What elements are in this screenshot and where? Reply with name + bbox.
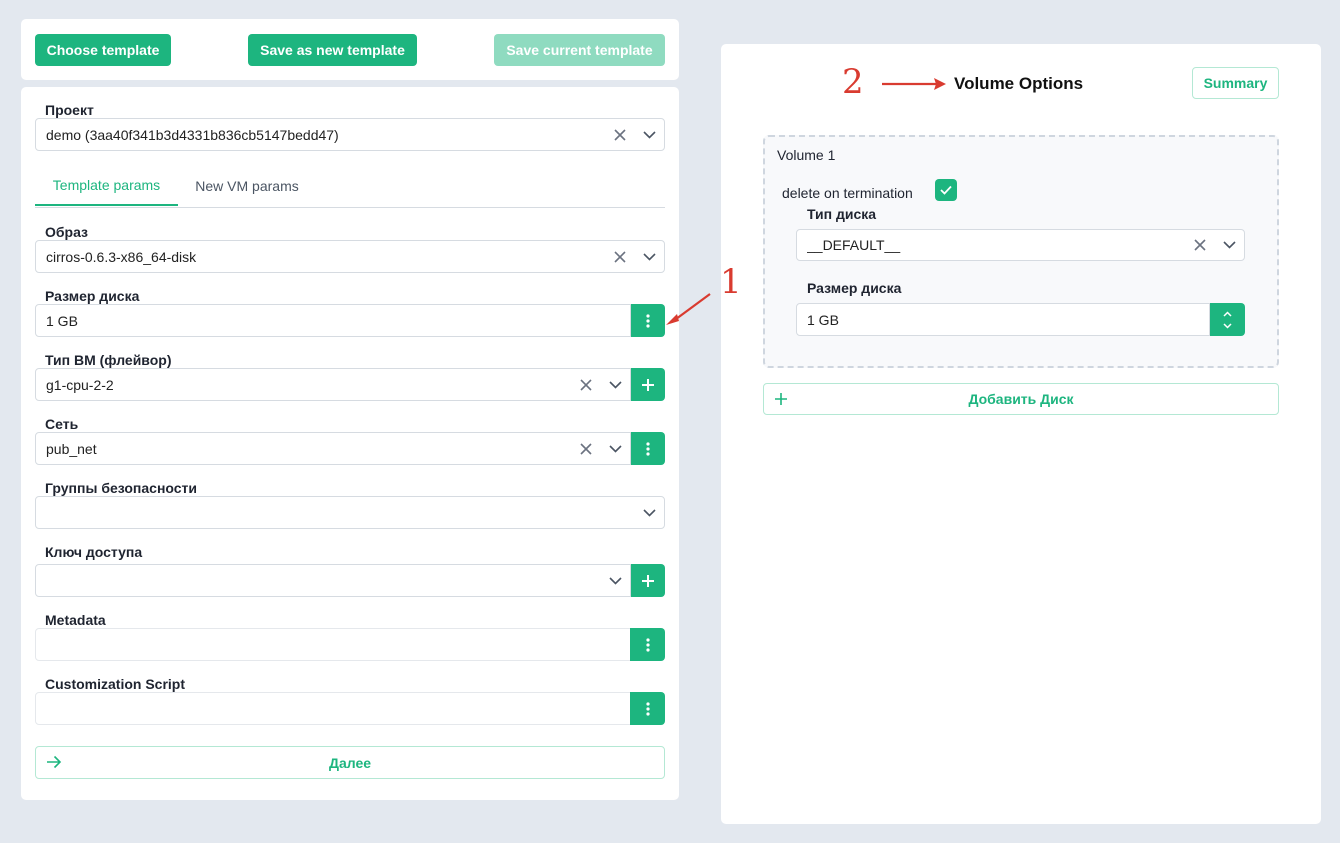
script-menu-button[interactable] (630, 692, 665, 725)
security-groups-select[interactable] (35, 496, 665, 529)
next-button[interactable]: Далее (35, 746, 665, 779)
volume-options-card: Volume Options Summary Volume 1 delete o… (721, 44, 1321, 824)
disk-size-stepper[interactable] (1210, 303, 1245, 336)
clear-icon[interactable] (1186, 239, 1214, 251)
tab-new-vm-params[interactable]: New VM params (181, 166, 313, 206)
tab-template-params[interactable]: Template params (35, 166, 178, 206)
project-label: Проект (45, 102, 94, 118)
volume-1-box: Volume 1 delete on termination Тип диска… (763, 135, 1279, 368)
next-button-label: Далее (328, 754, 372, 771)
project-select[interactable]: demo (3aa40f341b3d4331b836cb5147bedd47) (35, 118, 665, 151)
metadata-label: Metadata (45, 612, 106, 628)
add-disk-label: Добавить Диск (968, 391, 1074, 407)
network-select[interactable]: pub_net (35, 432, 631, 465)
toolbar-card: Choose template Save as new template Sav… (21, 19, 679, 80)
chevron-up-icon[interactable] (1223, 310, 1232, 317)
project-value: demo (3aa40f341b3d4331b836cb5147bedd47) (46, 126, 339, 143)
volume-disk-size-input[interactable]: 1 GB (796, 303, 1210, 336)
plus-icon (774, 392, 788, 409)
flavor-select[interactable]: g1-cpu-2-2 (35, 368, 631, 401)
access-key-label: Ключ доступа (45, 544, 143, 560)
chevron-down-icon[interactable] (634, 252, 664, 261)
volume-title: Volume 1 (777, 147, 836, 163)
chevron-down-icon[interactable] (1223, 322, 1232, 329)
check-icon (940, 185, 952, 195)
chevron-down-icon[interactable] (634, 130, 664, 139)
kebab-icon (645, 701, 650, 716)
disk-size-value: 1 GB (46, 312, 78, 329)
script-input[interactable] (35, 692, 631, 725)
flavor-value: g1-cpu-2-2 (46, 376, 114, 393)
tabs-divider (35, 207, 665, 208)
add-access-key-button[interactable] (631, 564, 665, 597)
image-select[interactable]: cirros-0.6.3-x86_64-disk (35, 240, 665, 273)
volume-disk-size-value: 1 GB (807, 311, 839, 328)
disk-type-label: Тип диска (807, 206, 877, 222)
clear-icon[interactable] (572, 442, 600, 455)
annotation-marker-1: 1 (720, 262, 742, 302)
chevron-down-icon[interactable] (600, 576, 630, 585)
arrow-right-icon (46, 755, 62, 772)
plus-icon (642, 574, 654, 587)
metadata-input[interactable] (35, 628, 631, 661)
disk-size-label: Размер диска (45, 288, 140, 304)
vm-form-card: Проект demo (3aa40f341b3d4331b836cb5147b… (21, 87, 679, 800)
annotation-arrow-2 (882, 78, 946, 90)
summary-button[interactable]: Summary (1192, 67, 1279, 99)
clear-icon[interactable] (606, 250, 634, 263)
kebab-icon (645, 637, 650, 652)
metadata-menu-button[interactable] (630, 628, 665, 661)
chevron-down-icon[interactable] (1214, 241, 1244, 249)
annotation-marker-2: 2 (842, 62, 864, 102)
kebab-icon (646, 313, 650, 328)
flavor-label: Тип ВМ (флейвор) (45, 352, 172, 368)
annotation-arrow-1 (666, 293, 711, 325)
script-label: Customization Script (45, 676, 186, 692)
delete-on-termination-label: delete on termination (782, 185, 913, 201)
disk-type-value: __DEFAULT__ (807, 237, 901, 253)
add-disk-button[interactable]: Добавить Диск (763, 383, 1279, 415)
image-value: cirros-0.6.3-x86_64-disk (46, 248, 197, 265)
network-menu-button[interactable] (631, 432, 665, 465)
clear-icon[interactable] (606, 128, 634, 141)
chevron-down-icon[interactable] (600, 380, 630, 389)
network-value: pub_net (46, 440, 97, 457)
security-groups-label: Группы безопасности (45, 480, 198, 496)
plus-icon (642, 378, 654, 391)
disk-type-select[interactable]: __DEFAULT__ (796, 229, 1245, 261)
image-label: Образ (45, 224, 89, 240)
disk-size-input[interactable]: 1 GB (35, 304, 631, 337)
clear-icon[interactable] (572, 378, 600, 391)
save-current-template-button[interactable]: Save current template (494, 34, 665, 66)
network-label: Сеть (45, 416, 79, 432)
volume-options-title: Volume Options (954, 74, 1084, 93)
chevron-down-icon[interactable] (600, 444, 630, 453)
add-flavor-button[interactable] (631, 368, 665, 401)
choose-template-button[interactable]: Choose template (35, 34, 171, 66)
delete-on-termination-checkbox[interactable] (935, 179, 957, 201)
access-key-select[interactable] (35, 564, 631, 597)
volume-disk-size-label: Размер диска (807, 280, 902, 296)
chevron-down-icon[interactable] (634, 508, 664, 517)
kebab-icon (646, 441, 650, 456)
save-as-new-template-button[interactable]: Save as new template (248, 34, 417, 66)
